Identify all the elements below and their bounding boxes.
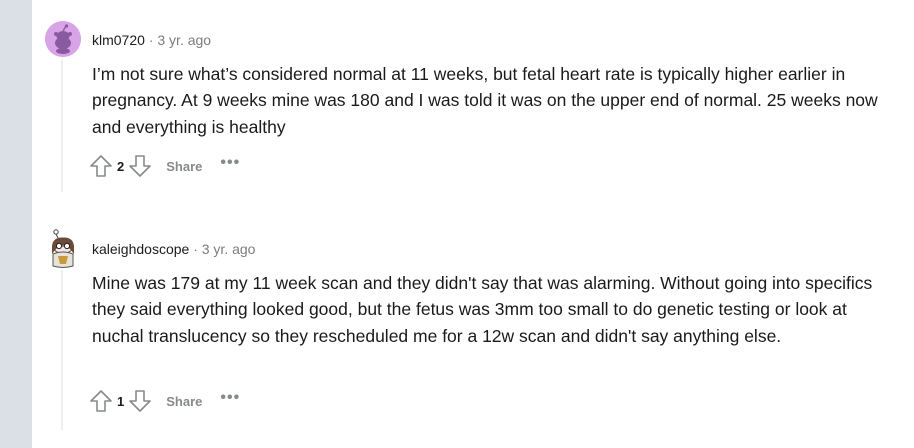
custom-snoo-avatar-icon bbox=[52, 229, 74, 268]
avatar[interactable] bbox=[45, 21, 81, 57]
downvote-button[interactable] bbox=[127, 388, 153, 414]
more-options-button[interactable]: ••• bbox=[220, 390, 240, 406]
comment-meta: kaleighdoscope · 3 yr. ago bbox=[92, 241, 255, 257]
meta-separator: · bbox=[193, 241, 198, 257]
comment-actions: 2 Share ••• bbox=[88, 151, 240, 181]
vote-score: 2 bbox=[117, 158, 125, 174]
thread-line[interactable] bbox=[61, 270, 63, 430]
upvote-button[interactable] bbox=[88, 388, 114, 414]
upvote-arrow-icon bbox=[90, 390, 112, 412]
downvote-arrow-icon bbox=[129, 390, 152, 412]
comment-author[interactable]: klm0720 bbox=[92, 32, 145, 48]
downvote-button[interactable] bbox=[127, 153, 153, 179]
snoo-avatar-icon bbox=[45, 21, 81, 57]
comment-time[interactable]: 3 yr. ago bbox=[202, 241, 256, 257]
comment-meta: klm0720 · 3 yr. ago bbox=[92, 32, 211, 48]
thread-line[interactable] bbox=[61, 60, 63, 192]
meta-separator: · bbox=[148, 32, 154, 48]
comment-author[interactable]: kaleighdoscope bbox=[92, 241, 189, 257]
comment-body: Mine was 179 at my 11 week scan and they… bbox=[92, 273, 873, 346]
more-options-button[interactable]: ••• bbox=[220, 155, 240, 171]
vote-score: 1 bbox=[117, 393, 125, 409]
share-button[interactable]: Share bbox=[166, 394, 202, 409]
upvote-button[interactable] bbox=[88, 153, 114, 179]
downvote-arrow-icon bbox=[129, 155, 152, 177]
comment-actions: 1 Share ••• bbox=[88, 386, 240, 416]
upvote-arrow-icon bbox=[90, 155, 112, 177]
share-button[interactable]: Share bbox=[166, 159, 202, 174]
comment-time[interactable]: 3 yr. ago bbox=[157, 32, 211, 48]
comment-body: I’m not sure what’s considered normal at… bbox=[92, 64, 878, 137]
avatar[interactable] bbox=[45, 228, 81, 270]
